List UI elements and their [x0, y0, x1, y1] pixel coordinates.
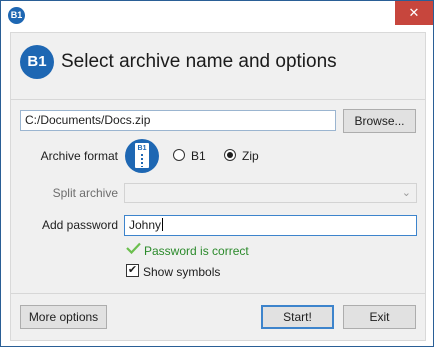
split-archive-select[interactable]: ⌄: [124, 183, 417, 203]
show-symbols-label[interactable]: Show symbols: [143, 265, 220, 279]
more-options-button[interactable]: More options: [20, 305, 107, 329]
page-title: Select archive name and options: [61, 51, 337, 72]
dialog-panel: B1 Select archive name and options C:/Do…: [10, 32, 426, 341]
chevron-down-icon: ⌄: [401, 187, 411, 199]
format-b1-radio[interactable]: [173, 149, 185, 161]
password-value: Johny: [129, 218, 162, 232]
checkmark-icon: [126, 242, 141, 254]
app-logo-icon: B1: [8, 7, 25, 24]
archive-path-input[interactable]: C:/Documents/Docs.zip: [20, 110, 336, 131]
browse-button[interactable]: Browse...: [343, 109, 416, 133]
format-zip-radio[interactable]: [224, 149, 236, 161]
text-caret: [162, 218, 164, 231]
close-button[interactable]: ✕: [395, 1, 433, 25]
split-archive-label: Split archive: [52, 186, 118, 200]
archive-paper: B1: [135, 143, 149, 168]
password-input[interactable]: Johny: [124, 215, 417, 236]
b1-logo-icon: B1: [20, 45, 54, 79]
header-divider: [11, 99, 425, 100]
checkbox-check-icon: ✔: [127, 264, 138, 276]
format-b1-label[interactable]: B1: [191, 149, 206, 163]
archive-path-value: C:/Documents/Docs.zip: [25, 113, 151, 127]
title-bar: B1 ✕: [1, 1, 433, 31]
password-status-text: Password is correct: [144, 244, 249, 258]
show-symbols-checkbox[interactable]: ✔: [126, 264, 139, 277]
format-zip-label[interactable]: Zip: [242, 149, 259, 163]
start-button[interactable]: Start!: [261, 305, 334, 329]
exit-button[interactable]: Exit: [343, 305, 416, 329]
app-window: B1 ✕ B1 Select archive name and options …: [0, 0, 434, 347]
archive-icon-text: B1: [137, 145, 147, 152]
close-icon: ✕: [408, 5, 420, 20]
archive-format-icon: B1: [125, 139, 159, 173]
footer-divider: [11, 293, 425, 294]
add-password-label: Add password: [41, 218, 118, 232]
archive-format-label: Archive format: [40, 149, 118, 163]
zipper-icon: [141, 154, 143, 167]
